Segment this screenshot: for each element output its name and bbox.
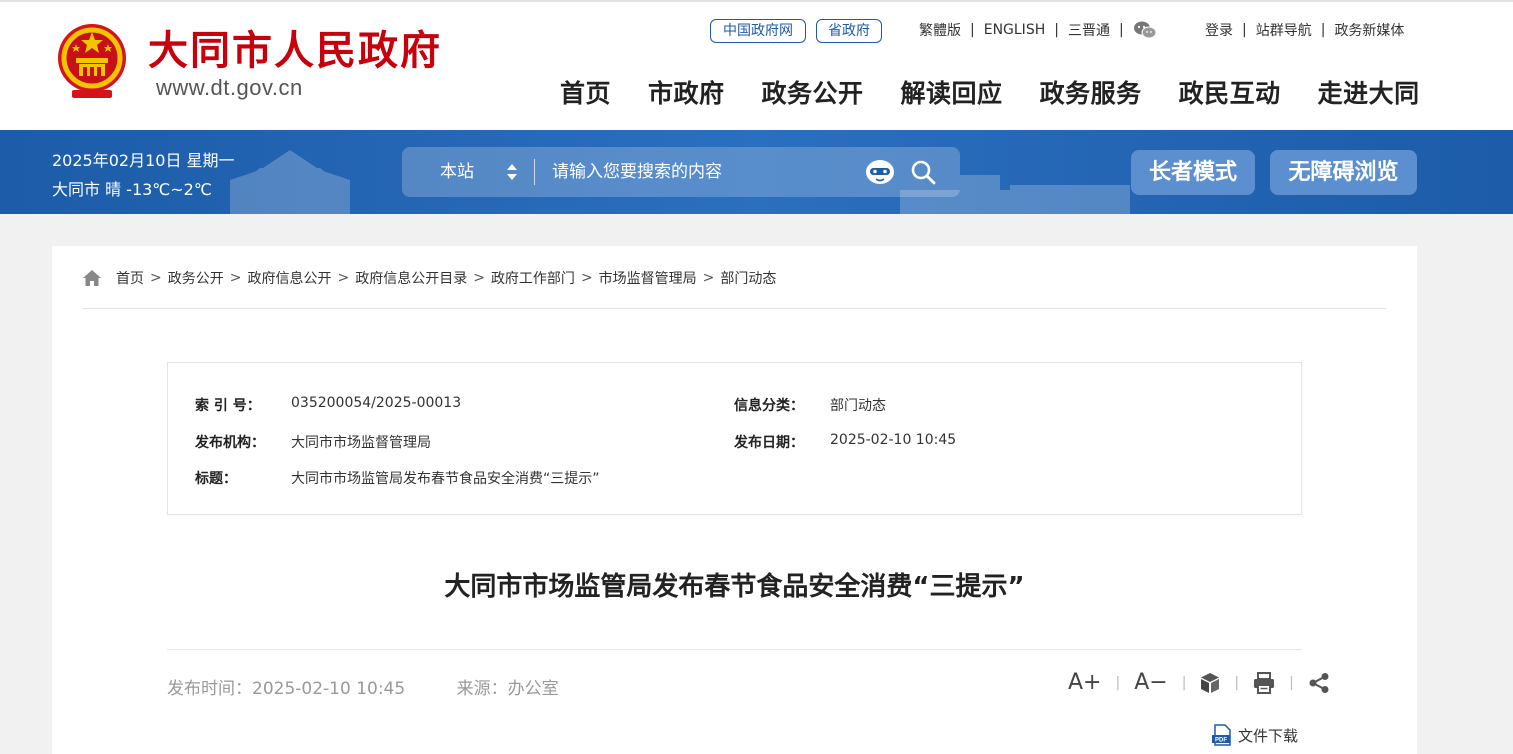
robot-icon[interactable] — [864, 158, 896, 186]
current-date: 2025年02月10日 星期一 — [52, 151, 235, 170]
divider — [534, 159, 535, 185]
site-title[interactable]: 大同市人民政府 — [148, 18, 442, 76]
breadcrumb-separator: > — [580, 270, 593, 286]
search-scope-select[interactable]: 本站 — [440, 147, 474, 197]
nav-about-datong[interactable]: 走进大同 — [1318, 74, 1420, 110]
publish-time: 发布时间：2025-02-10 10:45 — [167, 679, 406, 699]
sanjintong-link[interactable]: 三晋通 — [1068, 20, 1110, 40]
updown-arrow-icon[interactable] — [506, 162, 518, 182]
breadcrumb-item[interactable]: 政府工作部门 — [491, 268, 575, 288]
svg-text:PDF: PDF — [1215, 738, 1227, 744]
search-icon[interactable] — [910, 159, 936, 185]
breadcrumb-separator: > — [150, 270, 162, 286]
article-title: 大同市市场监管局发布春节食品安全消费“三提示” — [444, 572, 1025, 602]
traditional-chinese-link[interactable]: 繁體版 — [919, 20, 961, 40]
date-weather: 2025年02月10日 星期一 大同市 晴 -13℃~2℃ — [52, 146, 235, 204]
breadcrumb: 首页 > 政务公开 > 政府信息公开 > 政府信息公开目录 > 政府工作部门 >… — [82, 268, 776, 288]
nav-interpretation[interactable]: 解读回应 — [901, 74, 1003, 110]
pdf-icon: PDF — [1212, 724, 1231, 746]
index-label: 索 引 号： — [195, 398, 261, 414]
top-links-left: 繁體版 | ENGLISH | 三晋通 | — [919, 20, 1157, 40]
wechat-icon[interactable] — [1133, 20, 1157, 40]
article-meta: 发布时间：2025-02-10 10:45 来源：办公室 — [167, 674, 559, 699]
cube-icon[interactable] — [1200, 672, 1220, 694]
title-value: 大同市市场监管局发布春节食品安全消费“三提示” — [291, 471, 600, 487]
site-url: www.dt.gov.cn — [156, 75, 303, 100]
font-increase-button[interactable]: A+ — [1068, 670, 1101, 695]
date-label: 发布日期： — [734, 435, 804, 451]
nav-gov-services[interactable]: 政务服务 — [1040, 74, 1142, 110]
site-group-nav-link[interactable]: 站群导航 — [1256, 20, 1312, 40]
site-header: 大同市人民政府 www.dt.gov.cn 中国政府网 省政府 繁體版 | EN… — [0, 0, 1513, 130]
content-card: 首页 > 政务公开 > 政府信息公开 > 政府信息公开目录 > 政府工作部门 >… — [52, 246, 1417, 754]
home-icon[interactable] — [82, 269, 102, 287]
elder-mode-button[interactable]: 长者模式 — [1131, 150, 1255, 195]
separator: | — [970, 22, 975, 38]
date-value: 2025-02-10 10:45 — [830, 432, 957, 448]
breadcrumb-item[interactable]: 首页 — [116, 268, 144, 288]
nav-interaction[interactable]: 政民互动 — [1179, 74, 1281, 110]
breadcrumb-item[interactable]: 政务公开 — [168, 268, 224, 288]
nav-city-gov[interactable]: 市政府 — [648, 74, 725, 110]
province-gov-link[interactable]: 省政府 — [816, 19, 882, 43]
info-metadata-box: 索 引 号： 035200054/2025-00013 信息分类： 部门动态 发… — [167, 362, 1302, 515]
divider — [82, 308, 1386, 309]
top-links-right: 登录 | 站群导航 | 政务新媒体 — [1205, 20, 1404, 40]
file-download-link[interactable]: PDF 文件下载 — [1211, 724, 1298, 746]
breadcrumb-separator: > — [473, 270, 485, 286]
file-download-label: 文件下载 — [1238, 726, 1299, 745]
breadcrumb-item[interactable]: 政府信息公开目录 — [355, 268, 467, 288]
separator: | — [1234, 674, 1240, 691]
english-link[interactable]: ENGLISH — [984, 22, 1046, 38]
separator: | — [1320, 22, 1326, 38]
separator: | — [1118, 22, 1124, 38]
separator: | — [1054, 22, 1059, 38]
login-link[interactable]: 登录 — [1205, 20, 1233, 40]
breadcrumb-separator: > — [337, 270, 350, 286]
national-emblem-icon[interactable] — [54, 20, 130, 102]
gov-cn-link[interactable]: 中国政府网 — [710, 19, 806, 43]
breadcrumb-item[interactable]: 政府信息公开 — [247, 268, 331, 288]
category-label: 信息分类： — [734, 398, 804, 414]
org-value: 大同市市场监督管理局 — [291, 435, 431, 451]
separator: | — [1242, 22, 1247, 38]
separator: | — [1289, 674, 1294, 691]
index-value: 035200054/2025-00013 — [291, 395, 462, 411]
title-label: 标题： — [195, 471, 237, 487]
search-band: 2025年02月10日 星期一 大同市 晴 -13℃~2℃ 本站 长者模式 无障… — [0, 130, 1513, 214]
search-bar: 本站 — [402, 147, 960, 197]
org-label: 发布机构： — [195, 435, 265, 451]
category-value: 部门动态 — [830, 398, 886, 414]
main-nav: 首页 市政府 政务公开 解读回应 政务服务 政民互动 走进大同 — [560, 74, 1420, 110]
breadcrumb-item[interactable]: 市场监督管理局 — [599, 268, 697, 288]
breadcrumb-separator: > — [229, 270, 242, 286]
article-source: 来源：办公室 — [456, 679, 559, 699]
separator: | — [1115, 674, 1121, 691]
separator: | — [1181, 674, 1187, 691]
breadcrumb-item[interactable]: 部门动态 — [720, 268, 776, 288]
breadcrumb-separator: > — [702, 270, 715, 286]
search-input[interactable] — [544, 156, 844, 188]
print-icon[interactable] — [1253, 671, 1275, 694]
weather: 大同市 晴 -13℃~2℃ — [52, 180, 212, 199]
divider — [167, 649, 1302, 650]
gov-new-media-link[interactable]: 政务新媒体 — [1334, 20, 1404, 40]
nav-home[interactable]: 首页 — [560, 74, 611, 110]
accessible-browse-button[interactable]: 无障碍浏览 — [1270, 150, 1417, 195]
nav-gov-affairs[interactable]: 政务公开 — [762, 74, 864, 110]
share-icon[interactable] — [1308, 672, 1330, 694]
font-decrease-button[interactable]: A− — [1134, 670, 1167, 695]
article-tools: A+ | A− | | | — [1068, 670, 1330, 695]
